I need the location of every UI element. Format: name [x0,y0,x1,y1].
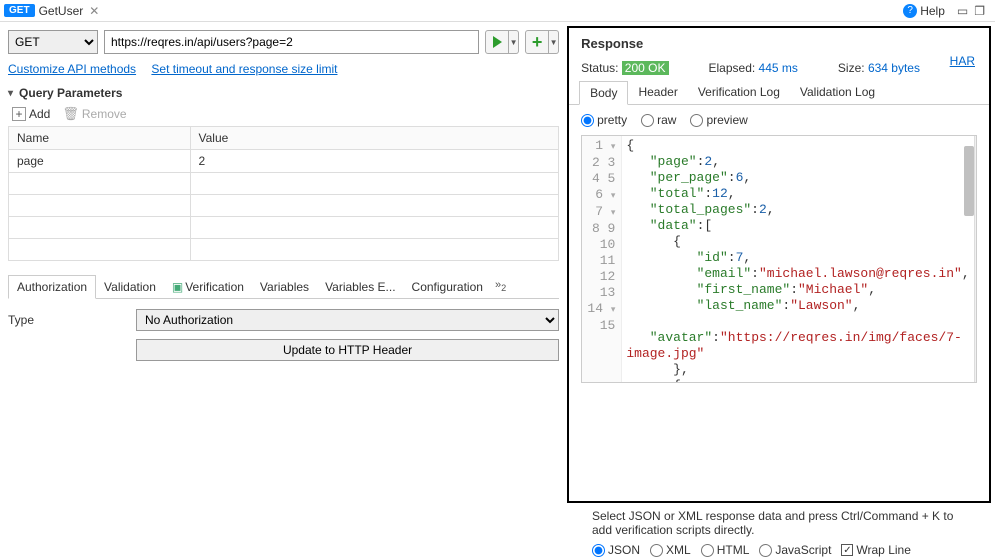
tab-variables-e[interactable]: Variables E... [317,276,403,298]
resp-tab-verification[interactable]: Verification Log [688,81,790,104]
view-pretty[interactable]: pretty [581,113,627,127]
view-raw[interactable]: raw [641,113,676,127]
footer-hint: Select JSON or XML response data and pre… [580,503,987,541]
tab-verification[interactable]: ▣Verification [164,276,252,298]
response-body[interactable]: 1 ▾ 2 3 4 5 6 ▾ 7 ▾ 8 9 10 11 12 13 14 ▾… [581,135,977,383]
har-link[interactable]: HAR [950,54,975,68]
close-tab-icon[interactable]: ✕ [89,4,99,18]
resp-tab-header[interactable]: Header [628,81,687,104]
tab-title: GetUser [39,4,84,18]
line-gutter: 1 ▾ 2 3 4 5 6 ▾ 7 ▾ 8 9 10 11 12 13 14 ▾… [582,136,622,382]
scroll-down-icon[interactable]: ▼ [975,368,977,382]
tab-configuration[interactable]: Configuration [404,276,491,298]
resp-tab-validation[interactable]: Validation Log [790,81,885,104]
status-label: Status: [581,61,618,75]
add-dropdown[interactable]: ▼ [549,30,559,54]
scroll-up-icon[interactable]: ▲ [975,136,977,150]
http-method-select[interactable]: GET [8,30,98,54]
col-name: Name [9,127,191,150]
auth-type-select[interactable]: No Authorization [136,309,559,331]
table-row: page2 [9,150,559,173]
col-value: Value [190,127,559,150]
trash-icon: 🗑 [62,106,79,122]
format-xml[interactable]: XML [650,543,691,557]
resp-tab-body[interactable]: Body [579,81,628,105]
update-header-button[interactable]: Update to HTTP Header [136,339,559,361]
auth-type-label: Type [8,313,128,327]
tab-variables[interactable]: Variables [252,276,317,298]
tabs-overflow-icon[interactable]: »2 [495,279,506,293]
help-icon[interactable]: ? [903,4,917,18]
url-input[interactable] [104,30,479,54]
tab-validation[interactable]: Validation [96,276,164,298]
maximize-icon[interactable]: ❐ [974,4,985,18]
format-json[interactable]: JSON [592,543,640,557]
scrollbar[interactable]: ▲ ▼ [974,136,976,382]
format-javascript[interactable]: JavaScript [759,543,831,557]
elapsed-value: 445 ms [759,61,798,75]
collapse-icon[interactable]: ▾ [8,88,13,99]
elapsed-label: Elapsed: [709,61,756,75]
play-icon [493,36,502,48]
scroll-thumb[interactable] [964,146,974,216]
params-table[interactable]: NameValue page2 [8,126,559,261]
tab-authorization[interactable]: Authorization [8,275,96,299]
plus-icon: + [532,33,543,51]
wrap-line-checkbox[interactable]: Wrap Line [841,543,910,557]
method-badge: GET [4,4,35,17]
view-preview[interactable]: preview [690,113,747,127]
minimize-icon[interactable]: ▭ [957,4,968,18]
status-value: 200 OK [622,61,669,75]
customize-api-link[interactable]: Customize API methods [8,62,136,76]
add-icon: + [12,107,26,121]
run-dropdown[interactable]: ▼ [509,30,519,54]
help-label[interactable]: Help [920,4,945,18]
timeout-link[interactable]: Set timeout and response size limit [151,62,337,76]
size-value: 634 bytes [868,61,920,75]
query-params-title: Query Parameters [19,86,122,100]
add-request-button[interactable]: + [525,30,549,54]
size-label: Size: [838,61,865,75]
add-param-button[interactable]: + Add [12,107,50,121]
format-html[interactable]: HTML [701,543,750,557]
remove-param-button: 🗑 Remove [62,106,126,122]
run-button[interactable] [485,30,509,54]
response-title: Response [569,28,989,55]
